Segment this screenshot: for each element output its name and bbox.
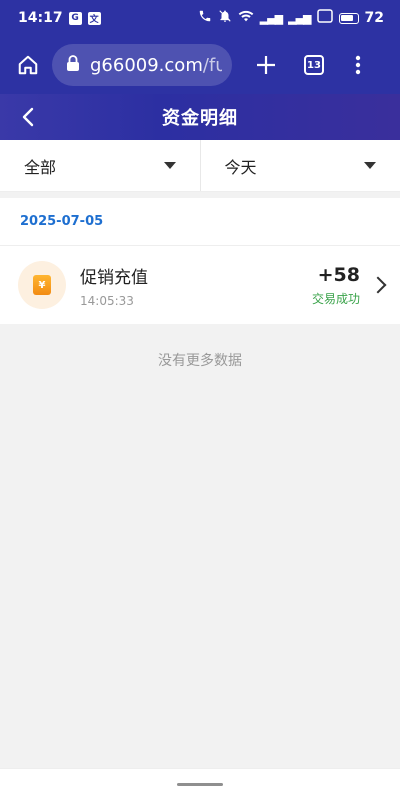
hd-icon xyxy=(316,9,333,27)
transaction-row[interactable]: ¥ 促销充值 14:05:33 +58 交易成功 xyxy=(0,246,400,324)
filter-row: 全部 今天 xyxy=(0,140,400,192)
transaction-time: 14:05:33 xyxy=(80,293,134,308)
mute-icon xyxy=(218,9,232,27)
address-bar[interactable]: g66009.com/fun xyxy=(52,44,232,86)
date-group-header: 2025-07-05 xyxy=(0,198,400,246)
url-row: g66009.com/fun 13 xyxy=(0,36,400,94)
signal-2-icon: ▂▄▆ xyxy=(288,11,311,25)
type-filter-dropdown[interactable]: 全部 xyxy=(0,140,200,191)
dropdown-arrow-icon xyxy=(163,162,176,169)
gesture-bar xyxy=(0,768,400,800)
date-filter-dropdown[interactable]: 今天 xyxy=(199,140,400,191)
url-domain: g66009.com xyxy=(90,54,203,76)
chevron-right-icon[interactable] xyxy=(369,276,387,294)
date-filter-label: 今天 xyxy=(224,157,257,177)
url-path: /fun xyxy=(202,54,222,76)
url-text[interactable]: g66009.com/fun xyxy=(90,55,222,76)
wifi-icon xyxy=(238,9,254,27)
new-tab-icon[interactable] xyxy=(252,51,280,79)
date-group-label: 2025-07-05 xyxy=(20,214,104,229)
back-icon[interactable] xyxy=(16,105,40,129)
more-menu-icon[interactable] xyxy=(344,51,372,79)
transaction-amount: +58 xyxy=(317,263,360,286)
browser-top-bar: 14:17 G 文 ▂▄▆ ▂▄▆ 72 g66009.com/fu 13 xyxy=(0,0,400,94)
notification-translate-icon: 文 xyxy=(87,11,101,25)
yuan-icon: ¥ xyxy=(33,275,51,295)
transaction-title: 促销充值 xyxy=(80,267,148,288)
tab-switcher-button[interactable]: 13 xyxy=(300,51,328,79)
call-icon xyxy=(198,9,212,27)
status-time: 14:17 xyxy=(18,10,63,26)
lock-icon xyxy=(66,55,80,75)
tab-count: 13 xyxy=(304,55,324,75)
home-icon[interactable] xyxy=(14,51,42,79)
signal-1-icon: ▂▄▆ xyxy=(259,11,283,25)
battery-level: 72 xyxy=(364,10,384,26)
home-indicator[interactable] xyxy=(177,783,223,786)
type-filter-label: 全部 xyxy=(24,157,57,177)
notification-g-icon: G xyxy=(68,11,82,25)
battery-icon xyxy=(338,12,359,24)
transaction-status: 交易成功 xyxy=(311,291,360,306)
red-envelope-icon: ¥ xyxy=(18,261,66,309)
app-header: 资金明细 xyxy=(0,94,400,140)
no-more-data-text: 没有更多数据 xyxy=(158,353,242,369)
dropdown-arrow-icon xyxy=(364,162,376,169)
status-bar: 14:17 G 文 ▂▄▆ ▂▄▆ 72 xyxy=(0,0,400,36)
page-title: 资金明细 xyxy=(162,108,238,129)
